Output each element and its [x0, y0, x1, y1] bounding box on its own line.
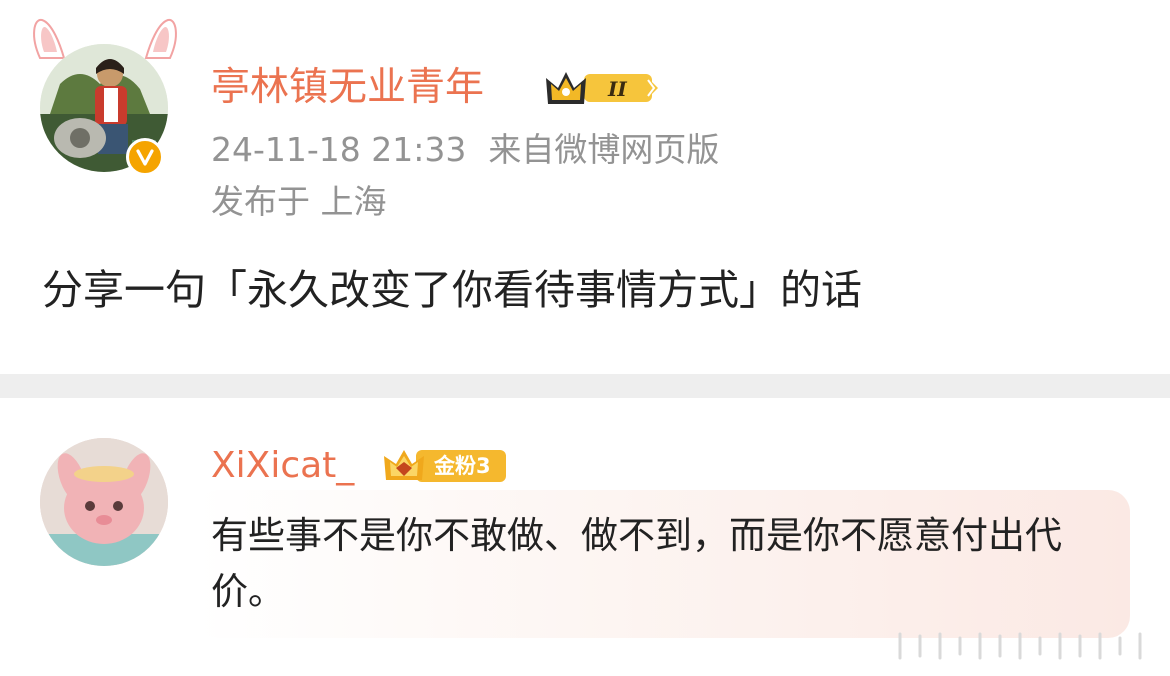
post-meta: 24-11-18 21:33 来自微博网页版 — [211, 128, 719, 172]
author-username[interactable]: 亭林镇无业青年 — [211, 62, 484, 114]
section-divider — [0, 374, 1170, 398]
verified-icon — [126, 138, 164, 176]
comment-username[interactable]: XiXicat_ — [211, 442, 354, 490]
more-lines-icon — [898, 632, 1142, 660]
comment-text: 有些事不是你不敢做、做不到，而是你不愿意付出代价。 — [211, 514, 1062, 613]
avatar[interactable] — [40, 438, 168, 566]
author-avatar-wrap[interactable] — [40, 44, 168, 176]
weibo-post: 亭林镇无业青年 II 24-11-18 21:33 来自微博网页版 发布于 上海 … — [0, 0, 1170, 374]
post-location: 发布于 上海 — [211, 182, 387, 221]
post-text: 分享一句「永久改变了你看待事情方式」的话 — [42, 266, 862, 314]
comment-avatar-illustration — [40, 438, 168, 566]
level-badge-text: II — [607, 77, 627, 101]
post-timestamp: 24-11-18 21:33 — [211, 130, 467, 169]
post-source[interactable]: 来自微博网页版 — [488, 130, 719, 169]
fan-level-label: 金粉3 — [434, 454, 491, 478]
crown-level-icon: II — [546, 72, 658, 104]
